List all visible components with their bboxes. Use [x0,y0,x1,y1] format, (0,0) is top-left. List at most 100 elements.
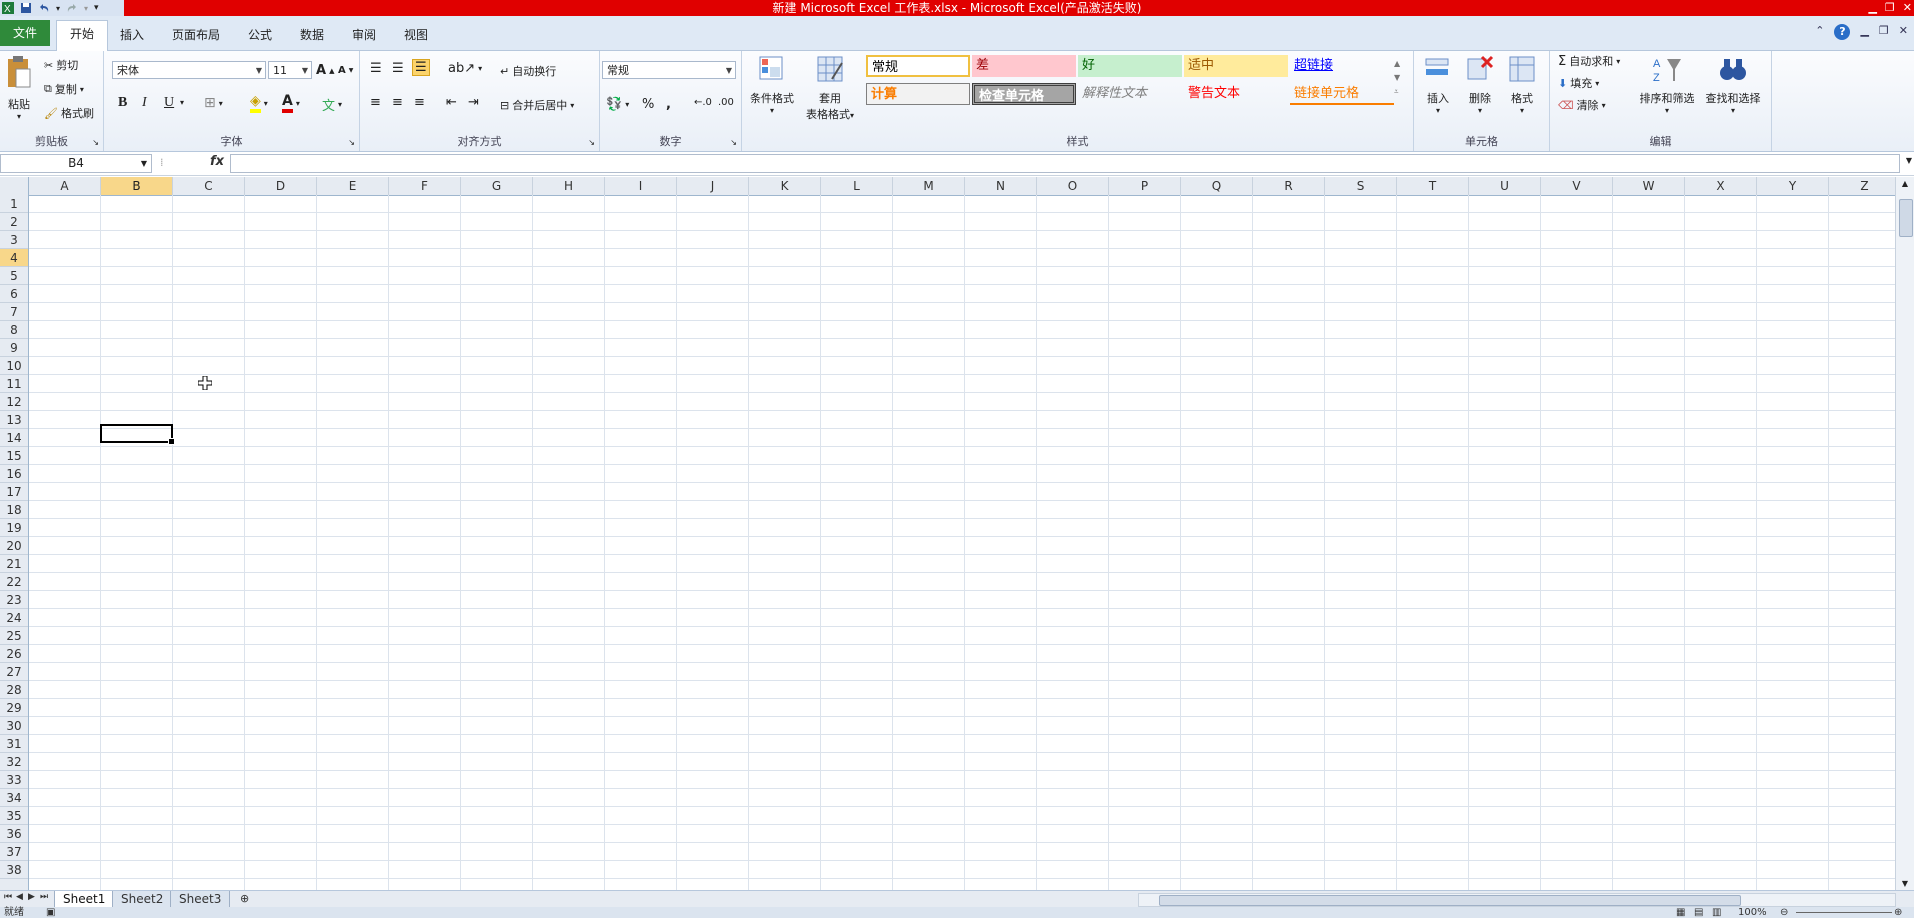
column-header-s[interactable]: S [1325,177,1397,195]
zoom-out-icon[interactable]: ⊖ [1780,907,1788,918]
column-header-f[interactable]: F [389,177,461,195]
decrease-indent-icon[interactable]: ⇤ [446,95,457,110]
first-sheet-icon[interactable]: ⏮ [4,892,12,902]
align-middle-icon[interactable]: ☰ [392,61,404,76]
border-icon[interactable]: ⊞ ▾ [204,95,223,111]
tab-file[interactable]: 文件 [0,20,50,46]
tab-data[interactable]: 数据 [292,22,332,48]
row-header-28[interactable]: 28 [0,681,28,699]
row-header-26[interactable]: 26 [0,645,28,663]
row-header-38[interactable]: 38 [0,861,28,879]
row-header-27[interactable]: 27 [0,663,28,681]
row-header-3[interactable]: 3 [0,231,28,249]
row-header-7[interactable]: 7 [0,303,28,321]
prev-sheet-icon[interactable]: ◀ [16,892,23,902]
row-header-2[interactable]: 2 [0,213,28,231]
autosum-button[interactable]: Σ 自动求和 ▾ [1558,53,1620,69]
sheet-tab-1[interactable]: Sheet1 [54,891,115,908]
row-header-10[interactable]: 10 [0,357,28,375]
row-header-37[interactable]: 37 [0,843,28,861]
clear-button[interactable]: ⌫ 清除 ▾ [1558,97,1606,113]
number-launcher-icon[interactable]: ↘ [730,138,737,147]
row-header-15[interactable]: 15 [0,447,28,465]
scroll-down-icon[interactable]: ▼ [1896,879,1914,888]
column-header-k[interactable]: K [749,177,821,195]
column-header-z[interactable]: Z [1829,177,1896,195]
column-header-n[interactable]: N [965,177,1037,195]
cell-style-1[interactable]: 差 [972,55,1076,77]
column-header-u[interactable]: U [1469,177,1541,195]
tab-insert[interactable]: 插入 [112,22,152,48]
tab-review[interactable]: 审阅 [344,22,384,48]
row-header-30[interactable]: 30 [0,717,28,735]
format-as-table-button[interactable]: 套用 表格格式▾ [800,53,860,122]
formula-bar-grip-icon[interactable]: ⁞ [160,156,164,169]
cell-style-7[interactable]: 解释性文本 [1078,83,1182,105]
vertical-scrollbar[interactable]: ▲ ▼ [1895,177,1914,890]
row-header-4[interactable]: 4 [0,249,28,267]
column-header-q[interactable]: Q [1181,177,1253,195]
merge-center-button[interactable]: ⊟ 合并后居中 ▾ [500,97,574,113]
cell-style-6[interactable]: 检查单元格 [972,83,1076,105]
horizontal-scroll-thumb[interactable] [1159,895,1741,906]
active-cell[interactable] [100,424,175,445]
increase-indent-icon[interactable]: ⇥ [468,95,479,110]
close-icon[interactable]: ✕ [1903,0,1912,16]
column-header-c[interactable]: C [173,177,245,195]
font-size-select[interactable]: 11 ▼ [268,61,312,79]
align-left-icon[interactable]: ≡ [370,95,381,110]
align-bottom-icon[interactable]: ☰ [412,59,430,76]
fill-button[interactable]: ⬇ 填充 ▾ [1558,75,1599,91]
currency-icon[interactable]: 💱 ▾ [606,97,629,112]
restore-icon[interactable]: ❐ [1885,0,1895,16]
formula-input[interactable] [230,154,1900,173]
row-header-17[interactable]: 17 [0,483,28,501]
cut-button[interactable]: ✂ 剪切 [44,57,78,73]
row-header-22[interactable]: 22 [0,573,28,591]
row-header-24[interactable]: 24 [0,609,28,627]
italic-icon[interactable]: I [142,95,147,111]
column-header-r[interactable]: R [1253,177,1325,195]
column-header-b[interactable]: B [101,177,173,195]
column-header-i[interactable]: I [605,177,677,195]
column-header-y[interactable]: Y [1757,177,1829,195]
gallery-more-icon[interactable]: ⩡ [1394,85,1400,99]
row-header-13[interactable]: 13 [0,411,28,429]
row-header-6[interactable]: 6 [0,285,28,303]
row-header-16[interactable]: 16 [0,465,28,483]
insert-function-icon[interactable]: fx [210,154,224,169]
page-break-view-icon[interactable]: ▥ [1712,907,1721,918]
find-select-button[interactable]: 查找和选择 ▾ [1700,53,1766,115]
row-header-18[interactable]: 18 [0,501,28,519]
number-format-select[interactable]: 常规 ▼ [602,61,736,79]
scroll-up-icon[interactable]: ▲ [1896,179,1914,188]
vertical-scroll-thumb[interactable] [1899,199,1913,237]
zoom-in-icon[interactable]: ⊕ [1894,907,1902,918]
column-header-j[interactable]: J [677,177,749,195]
row-header-23[interactable]: 23 [0,591,28,609]
row-header-29[interactable]: 29 [0,699,28,717]
horizontal-scrollbar[interactable] [1138,893,1896,907]
expand-formula-bar-icon[interactable]: ▼ [1906,156,1912,165]
align-top-icon[interactable]: ☰ [370,61,382,76]
wrap-text-button[interactable]: ↵ 自动换行 [500,63,556,79]
column-header-p[interactable]: P [1109,177,1181,195]
grow-font-icon[interactable]: A ▲ [316,63,334,78]
font-launcher-icon[interactable]: ↘ [348,138,355,147]
workbook-minimize-icon[interactable]: ▁ [1860,24,1868,40]
column-header-v[interactable]: V [1541,177,1613,195]
workbook-restore-icon[interactable]: ❐ [1879,24,1889,40]
row-header-19[interactable]: 19 [0,519,28,537]
align-center-icon[interactable]: ≡ [392,95,403,110]
cell-style-8[interactable]: 警告文本 [1184,83,1288,105]
align-right-icon[interactable]: ≡ [414,95,425,110]
row-header-1[interactable]: 1 [0,195,28,213]
row-header-20[interactable]: 20 [0,537,28,555]
paste-dropdown-icon[interactable]: ▾ [4,112,34,121]
comma-icon[interactable]: , [666,97,671,112]
column-header-w[interactable]: W [1613,177,1685,195]
copy-dropdown-icon[interactable]: ▾ [80,85,84,94]
row-header-12[interactable]: 12 [0,393,28,411]
percent-icon[interactable]: % [642,97,654,112]
merge-dropdown-icon[interactable]: ▾ [570,101,574,110]
